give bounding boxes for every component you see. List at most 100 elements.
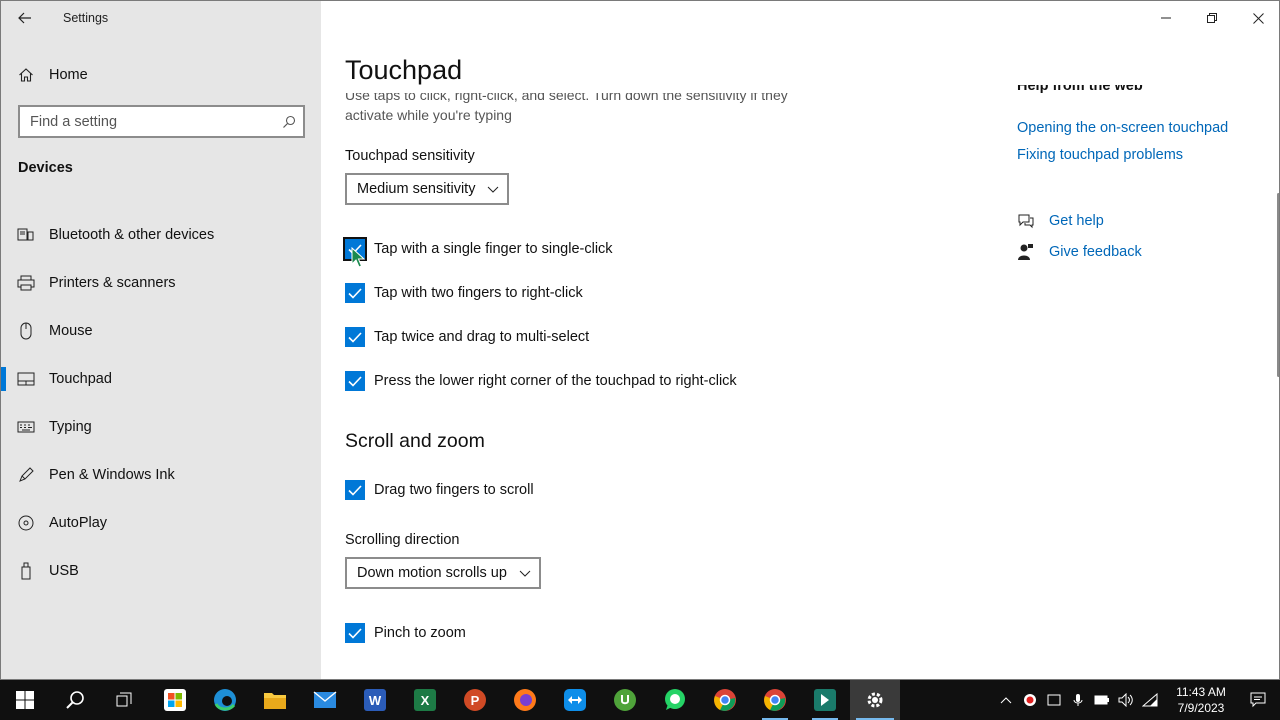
keyboard-icon (17, 418, 35, 436)
taskbar-excel[interactable]: X (400, 680, 450, 720)
store-icon (164, 689, 186, 711)
taskbar-whatsapp[interactable] (650, 680, 700, 720)
record-icon[interactable] (1018, 680, 1042, 720)
tap-single-finger-option[interactable]: Tap with a single finger to single-click (343, 237, 613, 261)
lower-right-corner-label: Press the lower right corner of the touc… (374, 373, 737, 389)
scroll-direction-dropdown[interactable]: Down motion scrolls up (345, 557, 541, 589)
lower-right-corner-option[interactable]: Press the lower right corner of the touc… (345, 370, 737, 392)
scroll-zoom-heading: Scroll and zoom (345, 430, 485, 452)
taskbar-edge[interactable] (200, 680, 250, 720)
taskbar-settings[interactable] (850, 680, 900, 720)
taskbar-search-button[interactable] (50, 680, 100, 720)
sidebar-item-label: Bluetooth & other devices (49, 227, 215, 243)
sidebar-item-pen[interactable]: Pen & Windows Ink (1, 451, 321, 499)
restore-icon (1207, 13, 1217, 23)
sidebar-item-touchpad[interactable]: Touchpad (1, 355, 321, 403)
taskbar-powerpoint[interactable]: P (450, 680, 500, 720)
task-view-icon (116, 692, 132, 707)
sidebar-item-typing[interactable]: Typing (1, 403, 321, 451)
chevron-up-icon[interactable] (994, 680, 1018, 720)
scroll-direction-label: Scrolling direction (345, 532, 460, 548)
system-tray: 11:43 AM 7/9/2023 (994, 680, 1280, 720)
drag-scroll-checkbox[interactable] (345, 480, 365, 500)
wifi-icon[interactable] (1138, 680, 1162, 720)
search-icon[interactable] (275, 108, 303, 136)
sensitivity-dropdown[interactable]: Medium sensitivity (345, 173, 510, 205)
tap-single-finger-label: Tap with a single finger to single-click (374, 241, 613, 257)
sidebar: Settings Home Devices Bluetooth & other … (1, 1, 321, 679)
description-clip: Use taps to click, right-click, and sele… (345, 93, 805, 133)
clock-date: 7/9/2023 (1177, 701, 1225, 715)
tap-two-fingers-checkbox[interactable] (345, 283, 365, 303)
give-feedback-label: Give feedback (1049, 244, 1142, 260)
drag-scroll-option[interactable]: Drag two fingers to scroll (345, 479, 534, 501)
sidebar-item-label: Mouse (49, 323, 93, 339)
taskbar-chrome[interactable] (700, 680, 750, 720)
microphone-icon[interactable] (1066, 680, 1090, 720)
clock[interactable]: 11:43 AM 7/9/2023 (1166, 684, 1236, 716)
search-box[interactable] (18, 105, 305, 138)
taskbar-chrome-profile[interactable] (750, 680, 800, 720)
taskbar-mail[interactable] (300, 680, 350, 720)
sidebar-item-usb[interactable]: USB (1, 547, 321, 595)
section-label-devices: Devices (18, 160, 73, 176)
bluetooth-devices-icon (17, 226, 35, 244)
taskbar-recorder[interactable] (800, 680, 850, 720)
battery-icon[interactable] (1090, 680, 1114, 720)
taskbar-firefox[interactable] (500, 680, 550, 720)
window-controls (1143, 1, 1279, 35)
minimize-button[interactable] (1143, 1, 1189, 35)
sensitivity-label: Touchpad sensitivity (345, 148, 475, 164)
title-bar: Settings (1, 1, 321, 35)
tap-twice-drag-option[interactable]: Tap twice and drag to multi-select (345, 326, 589, 348)
pinch-zoom-checkbox[interactable] (345, 623, 365, 643)
home-link[interactable]: Home (1, 59, 321, 91)
volume-icon[interactable] (1114, 680, 1138, 720)
tap-twice-drag-checkbox[interactable] (345, 327, 365, 347)
printer-icon (17, 274, 35, 292)
sidebar-item-bluetooth[interactable]: Bluetooth & other devices (1, 211, 321, 259)
taskbar-store[interactable] (150, 680, 200, 720)
chrome-icon (764, 689, 786, 711)
sidebar-item-printers[interactable]: Printers & scanners (1, 259, 321, 307)
sidebar-item-autoplay[interactable]: AutoPlay (1, 499, 321, 547)
taskbar-file-explorer[interactable] (250, 680, 300, 720)
lower-right-corner-checkbox[interactable] (345, 371, 365, 391)
give-feedback-link[interactable]: Give feedback (1017, 241, 1142, 263)
meet-now-icon[interactable] (1042, 680, 1066, 720)
sidebar-item-label: Pen & Windows Ink (49, 467, 175, 483)
home-icon (17, 66, 35, 84)
sidebar-item-mouse[interactable]: Mouse (1, 307, 321, 355)
help-link-fixing-touchpad[interactable]: Fixing touchpad problems (1017, 147, 1183, 163)
active-indicator (1, 367, 6, 391)
app-title: Settings (63, 11, 109, 25)
pinch-zoom-option[interactable]: Pinch to zoom (345, 622, 466, 644)
chevron-down-icon (487, 186, 499, 193)
checkmark-icon (348, 287, 362, 299)
checkmark-icon (348, 375, 362, 387)
sidebar-item-label: Typing (49, 419, 92, 435)
taskbar-word[interactable]: W (350, 680, 400, 720)
restore-button[interactable] (1189, 1, 1235, 35)
feedback-person-icon (1017, 243, 1035, 261)
get-help-link[interactable]: Get help (1017, 210, 1104, 232)
search-input[interactable] (20, 107, 275, 136)
back-arrow-icon (18, 12, 31, 24)
tap-two-fingers-option[interactable]: Tap with two fingers to right-click (345, 282, 583, 304)
taskbar-utorrent[interactable] (600, 680, 650, 720)
autoplay-icon (17, 514, 35, 532)
notifications-button[interactable] (1236, 680, 1280, 720)
firefox-icon (514, 689, 536, 711)
clock-time: 11:43 AM (1176, 685, 1226, 699)
checkmark-icon (348, 484, 362, 496)
start-button[interactable] (0, 680, 50, 720)
help-link-onscreen-touchpad[interactable]: Opening the on-screen touchpad (1017, 120, 1228, 136)
task-view-button[interactable] (100, 680, 150, 720)
settings-window: Settings Home Devices Bluetooth & other … (0, 0, 1280, 680)
taskbar-teamviewer[interactable] (550, 680, 600, 720)
back-button[interactable] (1, 1, 49, 35)
mouse-icon (17, 322, 35, 340)
edge-icon (214, 689, 236, 711)
mail-icon (313, 691, 337, 708)
close-button[interactable] (1235, 1, 1279, 35)
